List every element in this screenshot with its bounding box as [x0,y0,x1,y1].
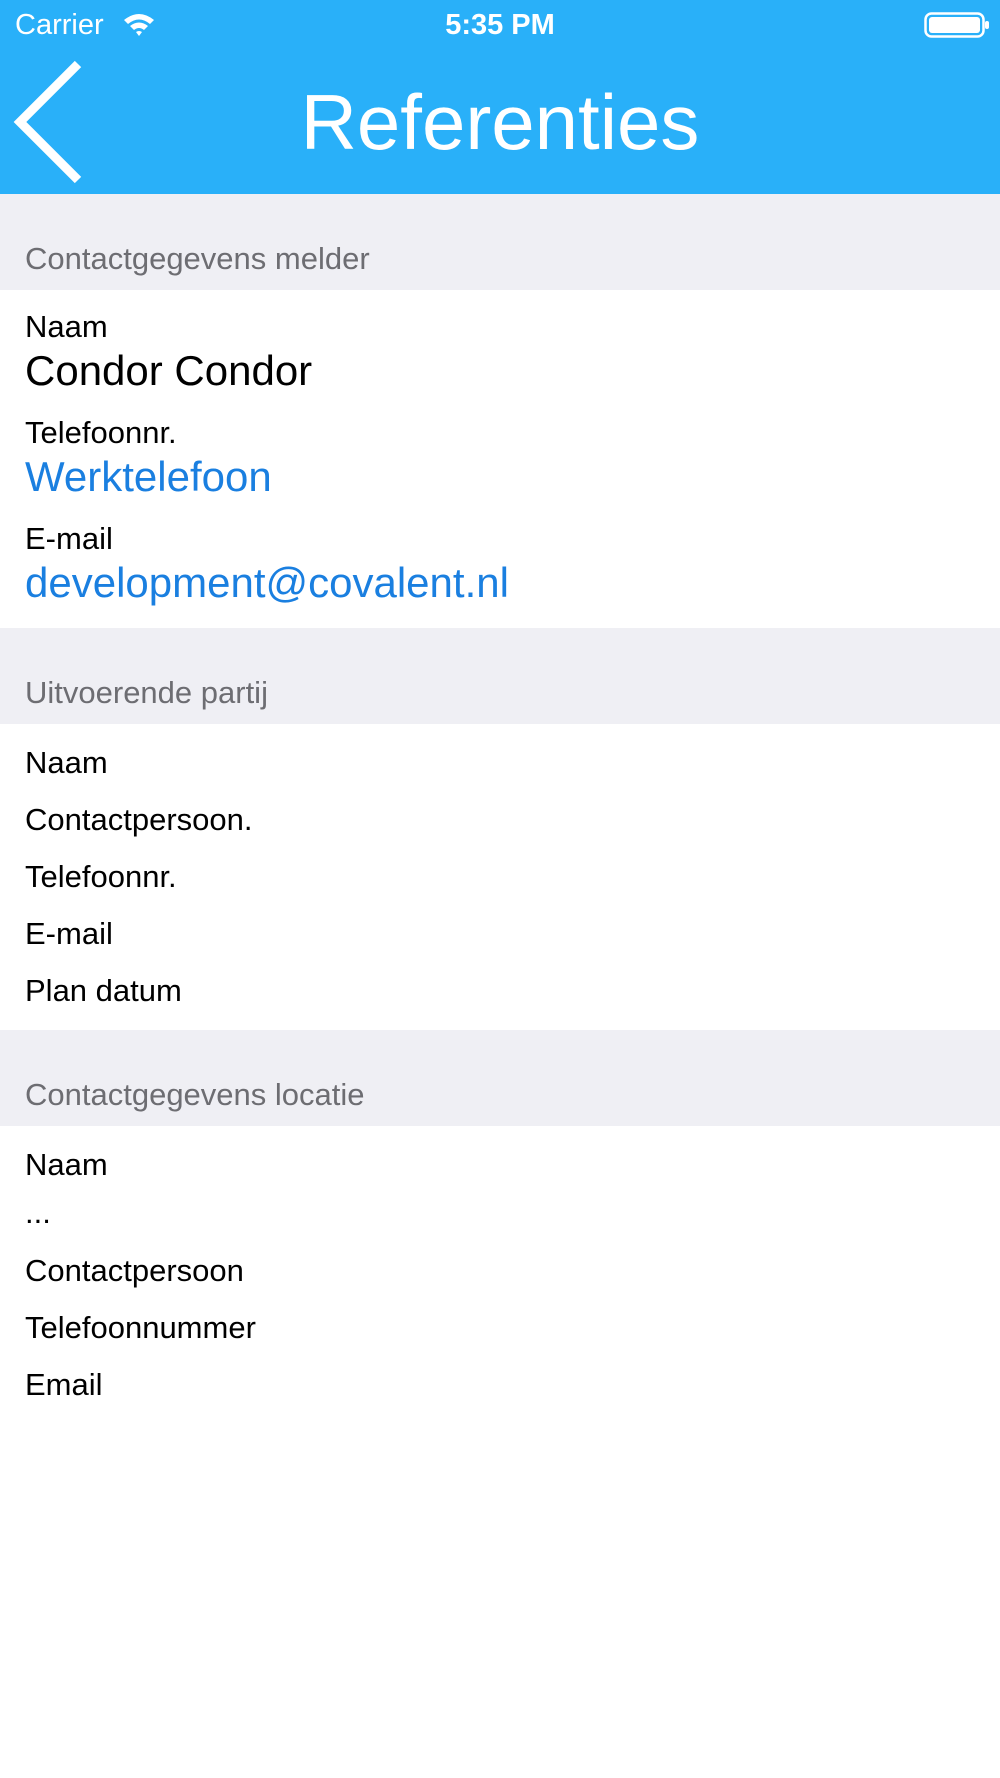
field-label-plan-datum: Plan datum [25,973,182,1008]
section-melder: Naam Condor Condor Telefoonnr. Werktelef… [0,290,1000,628]
field-label-naam: Naam [25,745,108,780]
section-title: Contactgegevens locatie [25,1077,365,1112]
field-label-email: E-mail [25,916,113,951]
section-title: Contactgegevens melder [25,241,370,276]
section-locatie: Naam ... Contactpersoon Telefoonnummer E… [0,1126,1000,1778]
section-header-melder: Contactgegevens melder [0,194,1000,290]
section-header-uitvoerende-partij: Uitvoerende partij [0,628,1000,724]
field-label-naam: Naam [25,1147,108,1182]
field-label-telefoon: Telefoonnr. [25,415,177,450]
field-value-naam: ... [25,1195,51,1230]
field-label-naam: Naam [25,309,108,344]
page-title: Referenties [300,78,700,166]
field-value-naam: Condor Condor [25,347,313,394]
section-title: Uitvoerende partij [25,675,268,710]
field-label-email: Email [25,1367,103,1402]
section-uitvoerende-partij: Naam Contactpersoon. Telefoonnr. E-mail … [0,724,1000,1030]
status-bar: Carrier 5:35 PM [0,0,1000,50]
status-time: 5:35 PM [445,9,555,41]
battery-full-icon [924,12,989,38]
field-label-contactpersoon: Contactpersoon. [25,802,253,837]
section-header-locatie: Contactgegevens locatie [0,1030,1000,1126]
field-label-email: E-mail [25,521,113,556]
field-label-telefoonnummer: Telefoonnummer [25,1310,256,1345]
field-label-contactpersoon: Contactpersoon [25,1253,244,1288]
phone-link[interactable]: Werktelefoon [25,452,272,502]
field-label-telefoon: Telefoonnr. [25,859,177,894]
email-link[interactable]: development@covalent.nl [25,558,509,608]
navigation-header: Carrier 5:35 PM Referenties [0,0,1000,194]
